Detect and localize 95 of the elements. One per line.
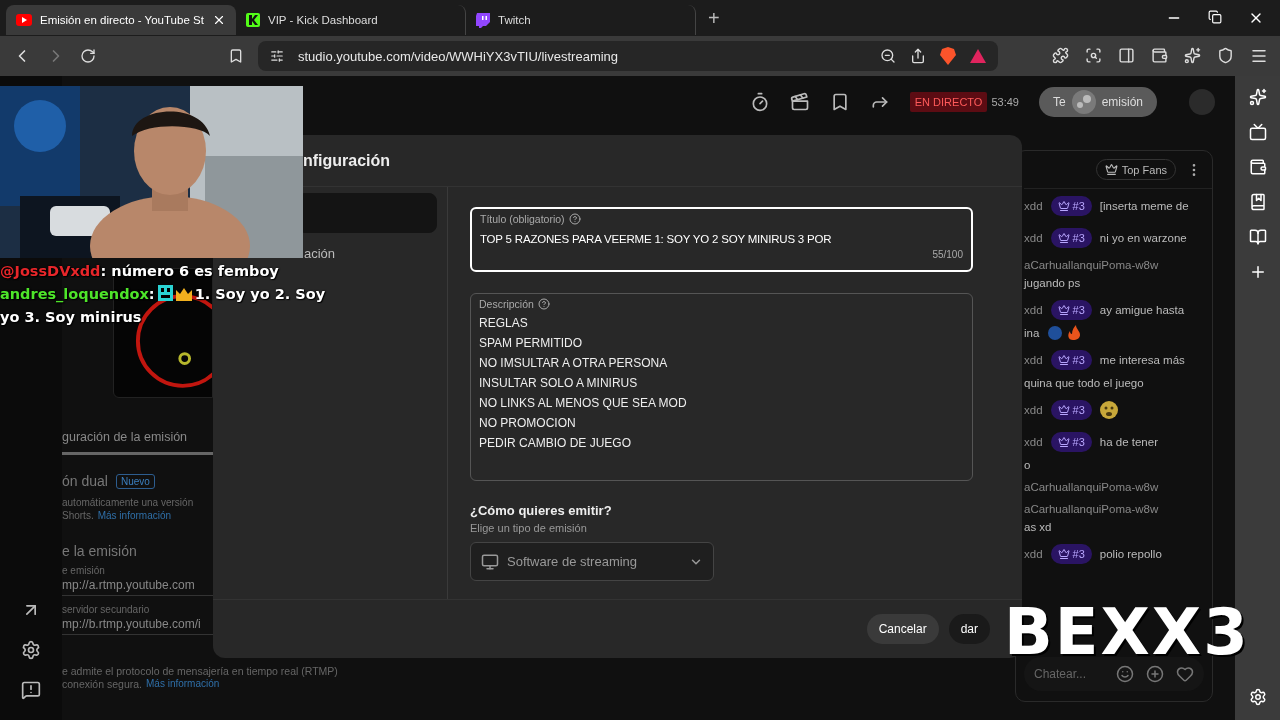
- help-icon[interactable]: [537, 298, 550, 310]
- chat-author: xdd: [1024, 436, 1043, 448]
- help-icon[interactable]: [568, 213, 581, 225]
- bookmarks-icon[interactable]: [1248, 193, 1267, 211]
- chat-message: ha de tener: [1099, 436, 1158, 448]
- restore-icon[interactable]: [1208, 10, 1222, 24]
- chat-author: xdd: [1024, 200, 1043, 212]
- chat-message: quina que todo el juego: [1024, 377, 1144, 389]
- description-text: Shorts.: [62, 510, 94, 521]
- chat-message: [inserta meme de: [1099, 200, 1189, 212]
- cancel-button[interactable]: Cancelar: [866, 614, 939, 644]
- reading-list-icon[interactable]: [1248, 228, 1267, 246]
- settings-icon[interactable]: [21, 640, 41, 660]
- video-logo-icon: [16, 14, 32, 26]
- field-label: e emisión: [62, 565, 106, 576]
- chat-author: xdd: [1024, 304, 1043, 316]
- new-tab-button[interactable]: +: [708, 6, 720, 30]
- note-text: conexión segura.: [62, 678, 142, 690]
- browser-tab[interactable]: VIP - Kick Dashboard: [236, 5, 466, 35]
- chat-author: aCarhuallanquiPoma-w8w: [1024, 503, 1159, 515]
- new-badge: Nuevo: [115, 473, 155, 489]
- site-settings-icon[interactable]: [270, 49, 284, 63]
- sad-face-icon: [1099, 401, 1118, 419]
- chat-author: xdd: [1024, 404, 1043, 416]
- chat-author: xdd: [1024, 354, 1043, 366]
- chat-author: xdd: [1024, 548, 1043, 560]
- rank-badge: #3: [1050, 400, 1092, 420]
- wallet-icon[interactable]: [1151, 47, 1168, 64]
- triangle-icon[interactable]: [970, 49, 986, 63]
- field-label: servidor secundario: [62, 604, 151, 615]
- overlay-chat-message: andres_loquendox: 1. Soy yo 2. Soy yo 3. Soy minirus: [0, 284, 327, 327]
- zoom-out-icon[interactable]: [880, 48, 896, 64]
- clapperboard-icon[interactable]: [789, 92, 810, 112]
- reload-icon[interactable]: [80, 48, 96, 64]
- nav-item[interactable]: ación: [303, 245, 337, 262]
- chat-message: jugando ps: [1024, 277, 1081, 289]
- chat-message: as xd: [1024, 521, 1052, 533]
- chat-author: aCarhuallanquiPoma-w8w: [1024, 259, 1159, 271]
- section-title: e la emisión: [62, 543, 138, 559]
- sparkle-icon[interactable]: [1184, 47, 1201, 64]
- avatar: [1189, 89, 1215, 115]
- chat-message: ni yo en warzone: [1099, 232, 1187, 244]
- rank-badge: #3: [1050, 228, 1092, 248]
- chat-author: aCarhuallanquiPoma-w8w: [1024, 481, 1159, 493]
- settings-icon[interactable]: [1248, 688, 1267, 706]
- browser-tab[interactable]: Twitch: [466, 5, 696, 35]
- description-text: automáticamente una versión: [62, 497, 195, 508]
- stream-type-dropdown[interactable]: Software de streaming: [470, 542, 714, 581]
- shield-icon[interactable]: [1217, 47, 1234, 64]
- rank-badge: #3: [1050, 432, 1092, 452]
- wallet-icon[interactable]: [1248, 158, 1267, 176]
- save-button[interactable]: dar: [948, 614, 990, 644]
- emote-icons: [157, 285, 192, 301]
- crown-icon: [1104, 163, 1118, 176]
- monitor-icon: [481, 552, 499, 571]
- chat-message: polio repollo: [1099, 548, 1162, 560]
- bookmark-icon[interactable]: [228, 48, 244, 64]
- sidebar-icon[interactable]: [1118, 47, 1135, 64]
- emoji-icon[interactable]: [1116, 665, 1134, 683]
- chat-message: me interesa más: [1099, 354, 1185, 366]
- note-text: e admite el protocolo de mensajería en tiempo real (RTMP): [62, 665, 338, 677]
- section-heading: ¿Cómo quieres emitir?: [470, 503, 613, 518]
- scan-icon[interactable]: [1085, 47, 1102, 64]
- square-logo-icon: [246, 13, 260, 27]
- share-icon[interactable]: [910, 48, 926, 64]
- rank-badge: #3: [1050, 300, 1092, 320]
- more-info-link[interactable]: Más información: [97, 510, 172, 521]
- description-field[interactable]: Descripción REGLAS SPAM PERMITIDO NO IMSULTAR A OTRA PERSONA INSULTAR SOLO A MINIRUS NO LINKS AL MENOS QUE SEA MOD NO PROMOCION PEDIR CAMBIO DE JUEGO: [470, 293, 973, 481]
- rank-badge: #3: [1050, 544, 1092, 564]
- extensions-icon[interactable]: [1052, 47, 1069, 64]
- overlay-chat-message: @JossDVxdd: número 6 es femboy: [0, 262, 280, 281]
- heart-icon[interactable]: [1176, 665, 1194, 683]
- chat-message: ina: [1024, 327, 1040, 339]
- chat-author: xdd: [1024, 232, 1043, 244]
- dialog-title: nfiguración: [303, 151, 391, 170]
- chat-message: ay amigue hasta: [1099, 304, 1185, 316]
- hint-text: Elige un tipo de emisión: [470, 522, 588, 534]
- rank-badge: #3: [1050, 196, 1092, 216]
- end-stream-button[interactable]: Te emisión: [1038, 87, 1157, 117]
- tv-icon[interactable]: [1248, 123, 1267, 141]
- round-logo-icon: [1071, 90, 1096, 114]
- feedback-icon[interactable]: [21, 680, 41, 700]
- address-bar[interactable]: studio.youtube.com/video/WWHiYX3vTIU/livestreaming: [258, 41, 998, 71]
- live-badge: EN DIRECTO: [909, 92, 988, 112]
- rank-badge: #3: [1050, 350, 1092, 370]
- close-icon[interactable]: [212, 13, 226, 27]
- add-icon[interactable]: [1146, 665, 1164, 683]
- chat-bubble-logo-icon: [476, 12, 490, 28]
- section-title: ón dual: [62, 473, 108, 489]
- title-field[interactable]: Título (obligatorio) TOP 5 RAZONES PARA VEERME 1: SOY YO 2 SOY MINIRUS 3 POR 55/100: [470, 207, 973, 272]
- more-info-link[interactable]: Más información: [146, 678, 220, 690]
- chat-message: o: [1024, 459, 1031, 471]
- elapsed-time: 53:49: [991, 96, 1019, 108]
- menu-icon[interactable]: [1250, 47, 1268, 65]
- browser-tab[interactable]: Emisión en directo - YouTube St: [6, 5, 236, 35]
